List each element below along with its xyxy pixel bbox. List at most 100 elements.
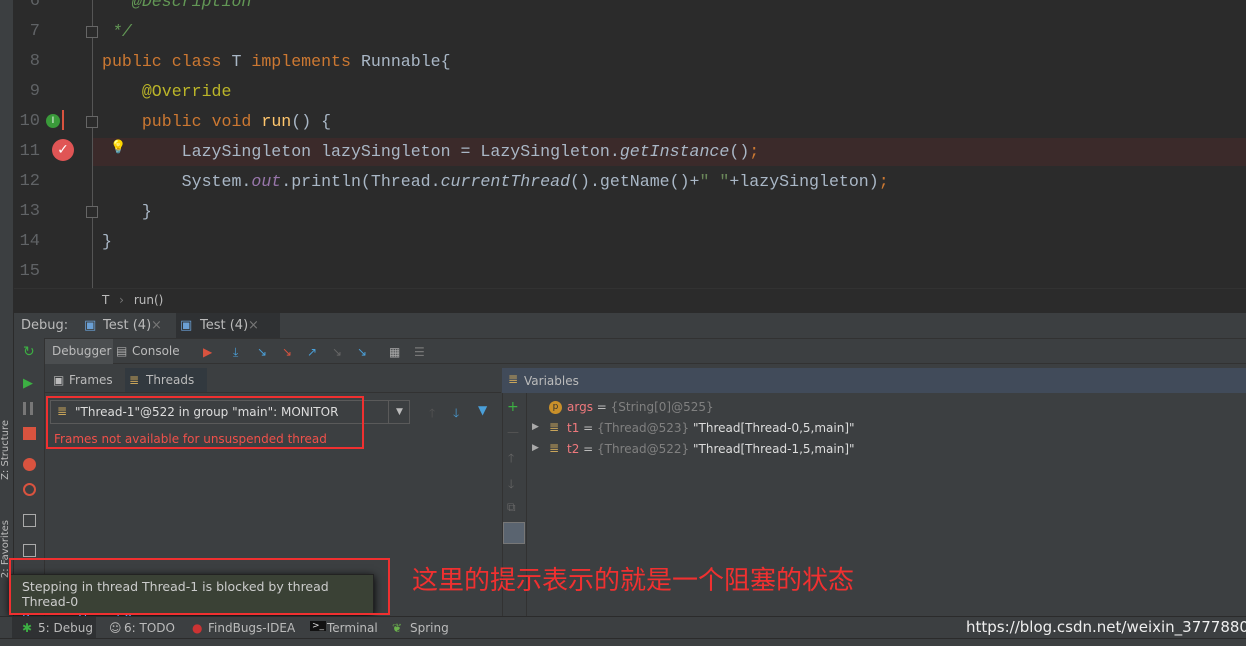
- variables-title: Variables: [524, 374, 579, 388]
- expand-icon[interactable]: ▶: [532, 422, 539, 432]
- step-out-icon[interactable]: ↗: [307, 345, 321, 359]
- debug-tab-2[interactable]: Test (4): [200, 318, 248, 333]
- show-watches-icon[interactable]: [503, 522, 525, 544]
- drop-frame-icon[interactable]: ↘: [332, 345, 346, 359]
- debugger-tab[interactable]: Debugger: [52, 344, 111, 358]
- mute-breakpoints-icon[interactable]: [23, 483, 36, 496]
- findbugs-icon: ●: [192, 621, 203, 635]
- field-icon: ≣: [549, 441, 560, 455]
- variables-icon: ≣: [508, 372, 519, 386]
- fold-icon[interactable]: [86, 206, 98, 218]
- view-breakpoints-icon[interactable]: [23, 458, 36, 471]
- threads-icon: ≣: [129, 373, 140, 387]
- spring-icon: ❦: [392, 621, 403, 635]
- close-icon[interactable]: ×: [151, 318, 162, 333]
- code-line: }: [102, 232, 112, 251]
- todo-icon: ☺: [109, 621, 122, 635]
- line-number: 14: [19, 232, 40, 251]
- debug-label: Debug:: [21, 318, 69, 333]
- arrow-down-icon[interactable]: 🡓: [453, 404, 459, 425]
- gutter-divider: [92, 0, 93, 288]
- force-step-into-icon[interactable]: ↘: [282, 345, 296, 359]
- left-tool-strip: Z: Structure 2: Favorites: [0, 0, 14, 616]
- rerun-icon[interactable]: ↻: [23, 345, 36, 359]
- variable-row[interactable]: t2 = {Thread@522} "Thread[Thread-1,5,mai…: [567, 442, 855, 456]
- filter-icon[interactable]: ▼: [478, 403, 487, 417]
- structure-tab[interactable]: Z: Structure: [0, 420, 12, 480]
- line-number: 15: [19, 262, 40, 281]
- run-config-icon: ▣: [84, 318, 97, 333]
- implements-icon[interactable]: I: [46, 114, 60, 128]
- console-tab[interactable]: Console: [132, 344, 180, 358]
- line-number: 11: [19, 142, 40, 161]
- fold-icon[interactable]: [86, 116, 98, 128]
- line-number: 9: [29, 82, 40, 101]
- pause-icon[interactable]: [23, 402, 33, 415]
- show-execution-point-icon[interactable]: ▶: [203, 345, 217, 359]
- terminal-icon: >_: [310, 621, 327, 631]
- code-line: */: [102, 22, 132, 41]
- code-line: LazySingleton lazySingleton = LazySingle…: [102, 142, 760, 161]
- code-line: * @Description: [102, 0, 252, 11]
- line-number: 6: [29, 0, 40, 11]
- code-line: @Override: [102, 82, 232, 101]
- threads-tab[interactable]: Threads: [146, 373, 194, 387]
- code-line: public void run() {: [141, 112, 332, 131]
- camera-icon[interactable]: [23, 514, 36, 527]
- variables-header: ≣ Variables: [502, 368, 1246, 393]
- tool-findbugs[interactable]: FindBugs-IDEA: [208, 621, 295, 635]
- chevron-down-icon[interactable]: ▼: [388, 401, 410, 423]
- debug-toolbar: Debugger ▤ Console ▶ ⤓ ↘ ↘ ↗ ↘ ↘ ▦ ☰: [45, 338, 1246, 364]
- code-line: System.out.println(Thread.currentThread(…: [102, 172, 889, 191]
- debug-tab-1[interactable]: Test (4): [103, 318, 151, 333]
- breakpoint-icon[interactable]: ✓: [52, 139, 74, 161]
- annotation-text: 这里的提示表示的就是一个阻塞的状态: [412, 566, 855, 596]
- variable-row[interactable]: t1 = {Thread@523} "Thread[Thread-0,5,mai…: [567, 421, 855, 435]
- highlight-box: [9, 558, 390, 615]
- frames-tab[interactable]: Frames: [69, 373, 113, 387]
- step-over-icon[interactable]: ⤓: [233, 345, 247, 359]
- variable-row[interactable]: args = {String[0]@525}: [567, 400, 714, 414]
- line-number: 12: [19, 172, 40, 191]
- line-number: 7: [29, 22, 40, 41]
- line-number: 13: [19, 202, 40, 221]
- bug-icon: ✱: [22, 621, 33, 635]
- expand-icon[interactable]: ▶: [532, 443, 539, 453]
- tool-debug[interactable]: 5: Debug: [38, 621, 93, 635]
- run-to-cursor-icon[interactable]: ↘: [357, 345, 371, 359]
- new-watch-icon[interactable]: +: [507, 399, 519, 415]
- copy-icon[interactable]: ⧉: [507, 500, 516, 515]
- close-icon[interactable]: ×: [248, 318, 259, 333]
- line-number: 8: [29, 52, 40, 71]
- code-line: }: [102, 202, 152, 221]
- frames-threads-header: ▣ Frames ≣ Threads: [45, 368, 501, 393]
- console-icon: ▤: [116, 344, 128, 358]
- highlight-box: [46, 396, 364, 449]
- breadcrumb-class[interactable]: T: [102, 293, 109, 307]
- parameter-icon: p: [549, 401, 562, 414]
- evaluate-icon[interactable]: ▦: [389, 345, 403, 359]
- breadcrumb: T › run(): [14, 288, 1246, 312]
- code-line: public class T implements Runnable{: [102, 52, 451, 71]
- tool-terminal[interactable]: Terminal: [327, 621, 378, 635]
- override-arrow-icon[interactable]: [62, 110, 64, 130]
- remove-watch-icon[interactable]: —: [507, 425, 519, 439]
- line-number: 10: [19, 112, 40, 131]
- tool-spring[interactable]: Spring: [410, 621, 449, 635]
- fold-icon[interactable]: [86, 26, 98, 38]
- breadcrumb-method[interactable]: run(): [134, 293, 164, 307]
- move-up-icon[interactable]: 🡑: [508, 449, 514, 470]
- step-into-icon[interactable]: ↘: [257, 345, 271, 359]
- trace-icon[interactable]: ☰: [414, 345, 428, 359]
- arrow-up-icon[interactable]: 🡑: [429, 404, 435, 425]
- tool-todo[interactable]: 6: TODO: [124, 621, 175, 635]
- run-config-icon: ▣: [180, 318, 193, 333]
- move-down-icon[interactable]: 🡓: [508, 475, 514, 496]
- debug-header: Debug: ▣ Test (4) × ▣ Test (4) ×: [14, 312, 1246, 339]
- frames-icon: ▣: [53, 373, 65, 387]
- watermark: https://blog.csdn.net/weixin_37778801: [966, 618, 1246, 636]
- layout-icon[interactable]: [23, 544, 36, 557]
- status-bar: [0, 638, 1246, 646]
- resume-icon[interactable]: ▶: [23, 377, 36, 390]
- stop-icon[interactable]: [23, 427, 36, 440]
